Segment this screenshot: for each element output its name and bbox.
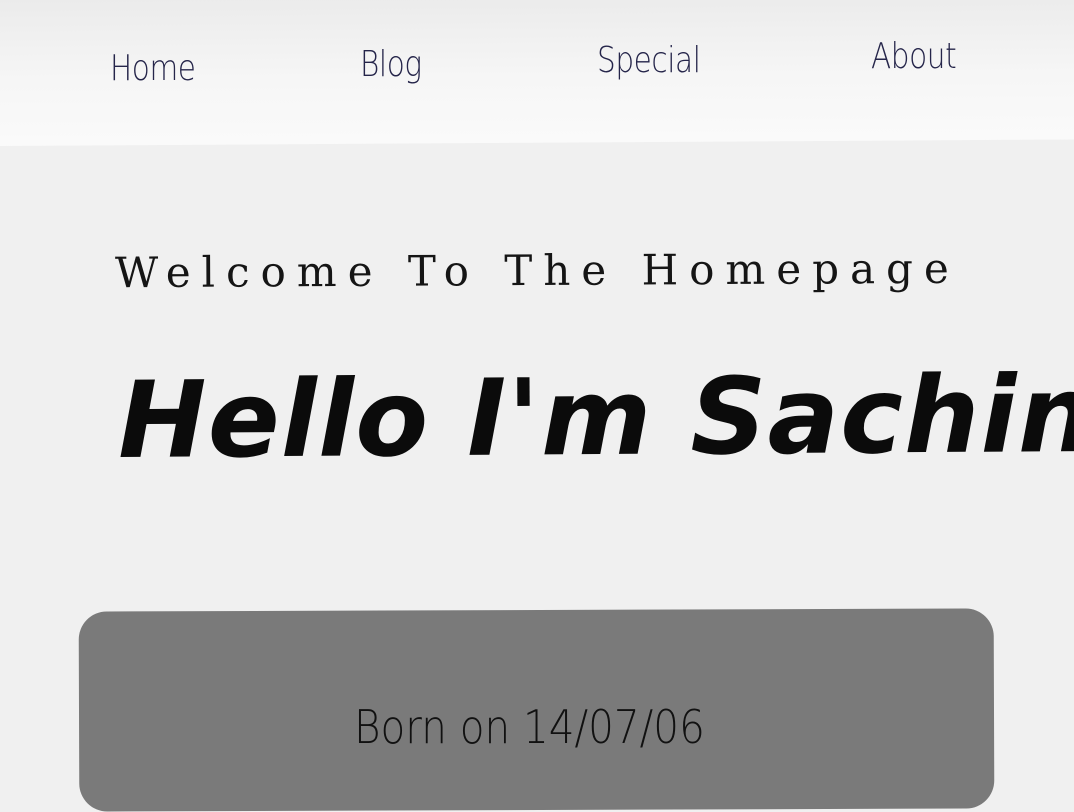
nav-link-special[interactable]: Special	[597, 40, 701, 81]
nav-link-home[interactable]: Home	[110, 48, 196, 89]
hero-title: Hello I'm Sachin	[117, 353, 1074, 482]
nav-link-about[interactable]: About	[871, 36, 957, 77]
welcome-heading: Welcome To The Homepage	[114, 243, 960, 298]
born-date-text: Born on 14/07/06	[354, 700, 705, 754]
nav-link-blog[interactable]: Blog	[360, 44, 422, 85]
